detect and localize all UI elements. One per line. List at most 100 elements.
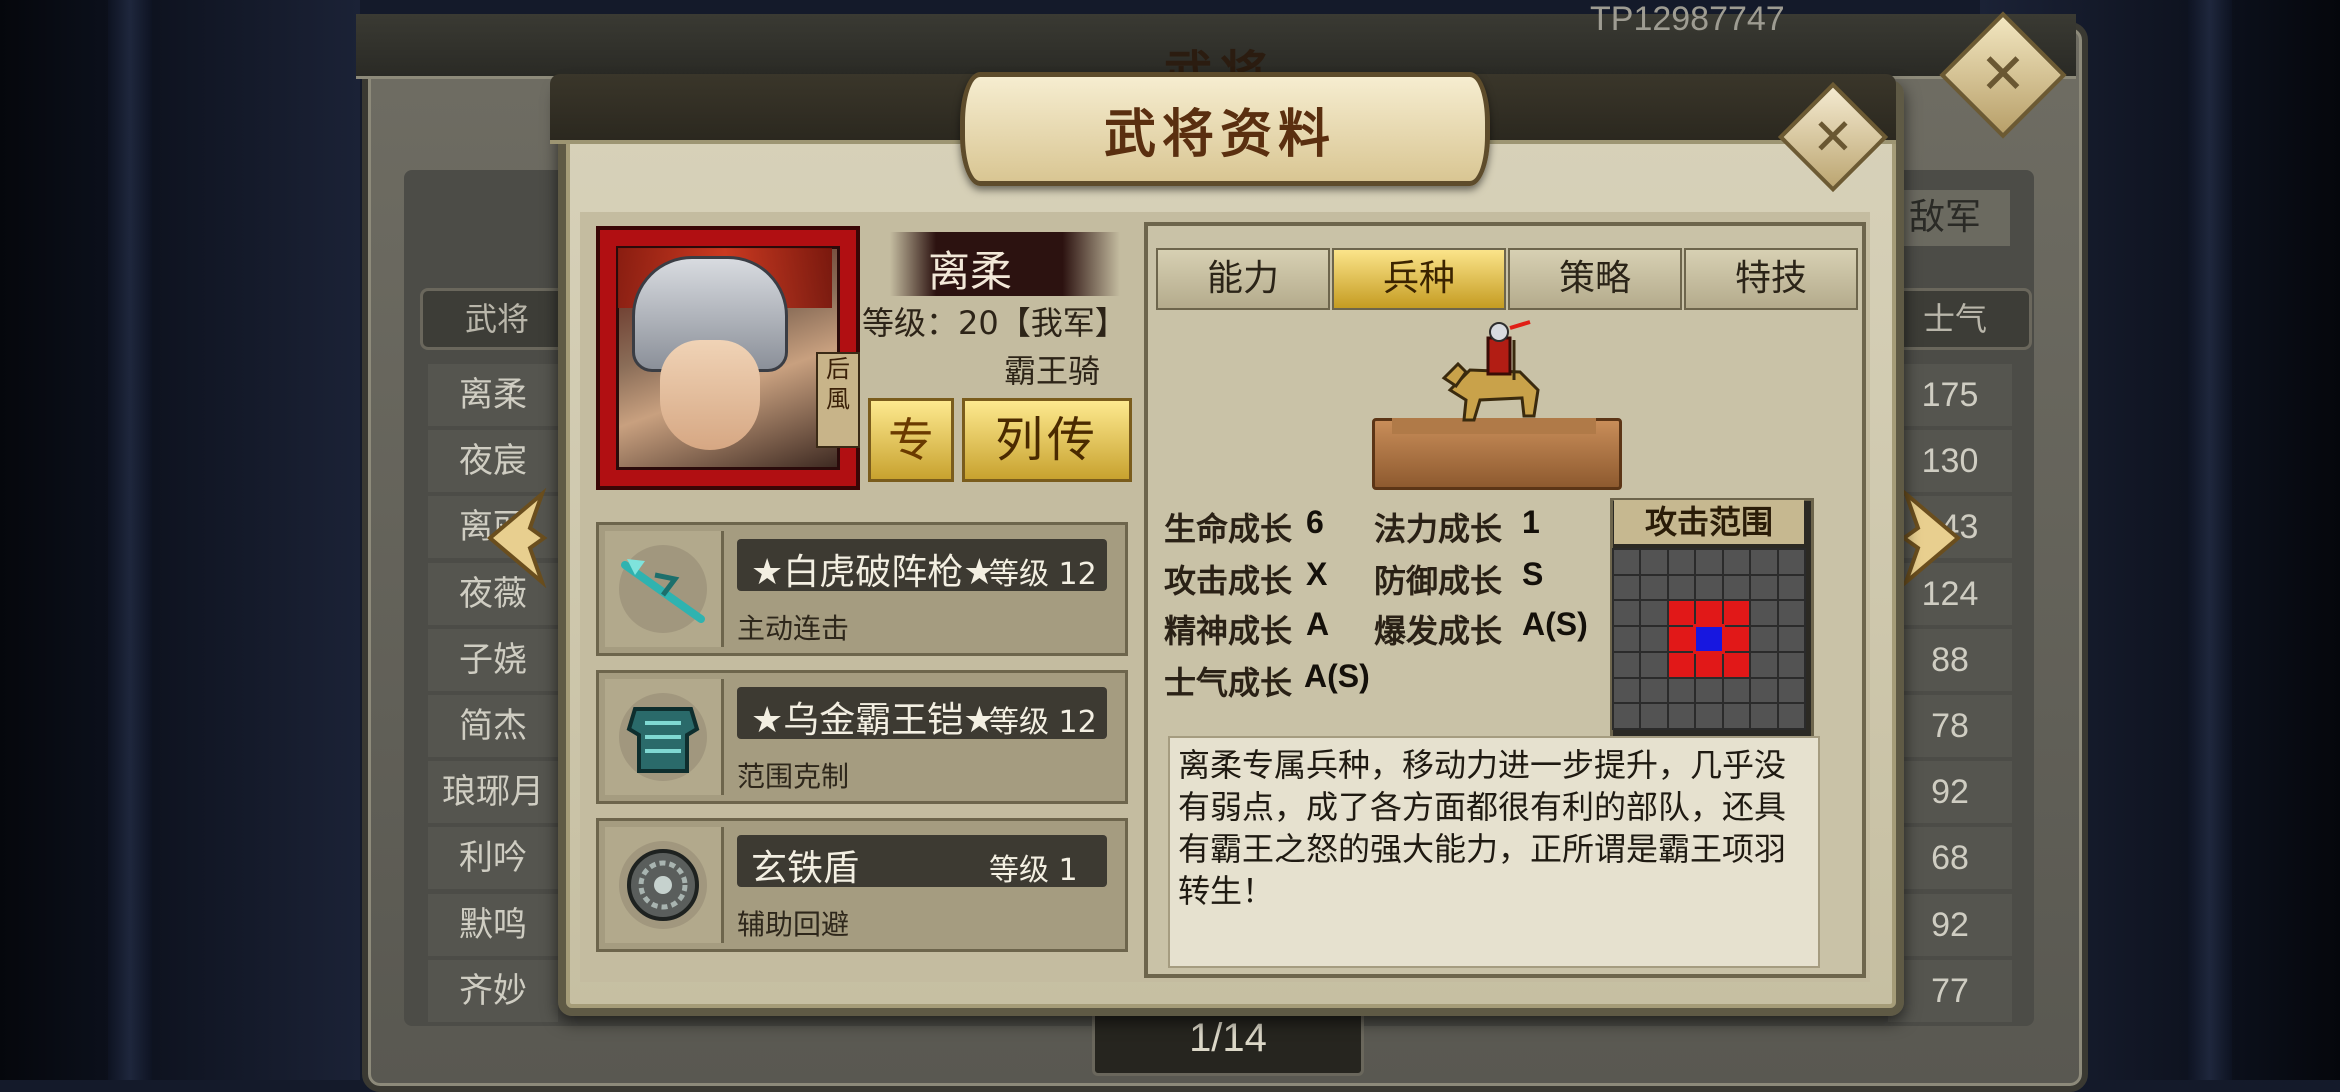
equipment-slot-shield[interactable]: 玄铁盾 等级 1 辅助回避 — [596, 818, 1128, 952]
list-item[interactable]: 92 — [1888, 893, 2012, 956]
tab-skills[interactable]: 特技 — [1684, 248, 1858, 310]
column-header-general[interactable]: 武将 — [420, 288, 574, 350]
list-item[interactable]: 夜宸 — [428, 430, 558, 493]
list-item[interactable]: 68 — [1888, 827, 2012, 890]
tab-troop-type[interactable]: 兵种 — [1332, 248, 1506, 310]
range-empty-cell — [1614, 678, 1640, 703]
morale-growth-value: A(S) — [1304, 658, 1370, 694]
range-empty-cell — [1641, 575, 1667, 600]
range-attack-cell — [1696, 652, 1722, 677]
close-icon: ✕ — [1979, 42, 2027, 107]
range-empty-cell — [1696, 550, 1722, 574]
range-empty-cell — [1778, 652, 1804, 677]
range-empty-cell — [1778, 550, 1804, 574]
equipment-name: 玄铁盾 — [751, 848, 860, 889]
range-empty-cell — [1641, 704, 1667, 728]
troop-description: 离柔专属兵种，移动力进一步提升，几乎没有弱点，成了各方面都很有利的部队，还具有霸… — [1178, 746, 1787, 910]
range-empty-cell — [1614, 575, 1640, 600]
range-empty-cell — [1751, 652, 1777, 677]
range-center-cell — [1693, 624, 1725, 654]
character-level: 等级：20【我军】 — [862, 304, 1127, 342]
range-empty-cell — [1751, 601, 1777, 626]
range-empty-cell — [1641, 627, 1667, 651]
list-item[interactable]: 130 — [1888, 430, 2012, 493]
list-item[interactable]: 77 — [1888, 959, 2012, 1022]
exclusive-button[interactable]: 专 — [868, 398, 954, 482]
range-empty-cell — [1751, 575, 1777, 600]
atk-growth-value: X — [1306, 556, 1328, 592]
equipment-icon-frame — [605, 679, 724, 795]
range-attack-cell — [1723, 601, 1750, 626]
range-empty-cell — [1641, 601, 1667, 626]
list-item[interactable]: 78 — [1888, 694, 2012, 757]
list-item[interactable]: 默鸣 — [428, 893, 558, 956]
list-item[interactable]: 琅琊月 — [428, 761, 558, 824]
close-icon: ✕ — [1812, 108, 1854, 166]
left-pillar-decoration — [108, 0, 152, 1080]
list-item[interactable]: 离柔 — [428, 364, 558, 426]
range-empty-cell — [1696, 678, 1722, 703]
next-arrow-icon[interactable] — [1898, 488, 1968, 588]
range-empty-cell — [1696, 575, 1722, 600]
equipment-desc: 主动连击 — [737, 612, 850, 645]
list-item[interactable]: 齐妙 — [428, 959, 558, 1022]
range-empty-cell — [1751, 678, 1777, 703]
def-growth-label: 防御成长 — [1374, 562, 1503, 600]
range-empty-cell — [1778, 575, 1804, 600]
range-attack-cell — [1723, 652, 1750, 677]
equipment-desc: 辅助回避 — [737, 908, 850, 941]
range-empty-cell — [1723, 550, 1750, 574]
range-empty-cell — [1723, 575, 1750, 600]
range-empty-cell — [1723, 678, 1750, 703]
range-empty-cell — [1751, 704, 1777, 728]
list-item[interactable]: 92 — [1888, 761, 2012, 824]
previous-arrow-icon[interactable] — [480, 488, 550, 588]
range-empty-cell — [1614, 601, 1640, 626]
right-pillar-decoration — [2188, 0, 2232, 1080]
tab-strategy[interactable]: 策略 — [1508, 248, 1682, 310]
burst-growth-value: A(S) — [1522, 606, 1588, 642]
list-item[interactable]: 子娆 — [428, 628, 558, 691]
atk-growth-label: 攻击成长 — [1164, 562, 1293, 600]
mp-growth-value: 1 — [1522, 504, 1540, 540]
range-empty-cell — [1778, 678, 1804, 703]
range-empty-cell — [1668, 575, 1695, 600]
range-empty-cell — [1614, 550, 1640, 574]
equipment-name: ★白虎破阵枪★ — [751, 552, 996, 593]
list-item[interactable]: 88 — [1888, 628, 2012, 691]
hp-growth-label: 生命成长 — [1164, 510, 1293, 548]
range-empty-cell — [1614, 652, 1640, 677]
morale-growth-label: 士气成长 — [1164, 664, 1293, 702]
armor-icon — [619, 693, 707, 781]
portrait-tag: 后風 — [816, 352, 860, 448]
range-empty-cell — [1778, 704, 1804, 728]
mp-growth-label: 法力成长 — [1374, 510, 1503, 548]
range-empty-cell — [1751, 550, 1777, 574]
range-attack-cell — [1668, 627, 1695, 651]
range-empty-cell — [1751, 627, 1777, 651]
range-empty-cell — [1614, 704, 1640, 728]
list-item[interactable]: 简杰 — [428, 694, 558, 757]
range-empty-cell — [1778, 627, 1804, 651]
portrait-face — [660, 340, 760, 450]
attack-range-grid — [1612, 548, 1806, 730]
equipment-slot-weapon[interactable]: ★白虎破阵枪★ 等级 12 主动连击 — [596, 522, 1128, 656]
range-empty-cell — [1614, 627, 1640, 651]
biography-button[interactable]: 列传 — [962, 398, 1132, 482]
character-unit-type: 霸王骑 — [1003, 352, 1100, 390]
range-attack-cell — [1668, 601, 1695, 626]
left-backdrop — [0, 0, 360, 1080]
equipment-level: 等级 12 — [989, 557, 1097, 592]
list-item[interactable]: 利吟 — [428, 827, 558, 890]
range-attack-cell — [1723, 627, 1750, 651]
equipment-level: 等级 12 — [989, 705, 1097, 740]
spirit-growth-value: A — [1306, 606, 1330, 642]
tab-ability[interactable]: 能力 — [1156, 248, 1330, 310]
morale-column: 175 130 143 124 88 78 92 68 92 77 — [1888, 364, 2012, 1026]
range-empty-cell — [1668, 704, 1695, 728]
range-empty-cell — [1641, 550, 1667, 574]
equipment-slot-armor[interactable]: ★乌金霸王铠★ 等级 12 范围克制 — [596, 670, 1128, 804]
range-empty-cell — [1668, 550, 1695, 574]
equipment-icon-frame — [605, 827, 724, 943]
list-item[interactable]: 175 — [1888, 364, 2012, 426]
